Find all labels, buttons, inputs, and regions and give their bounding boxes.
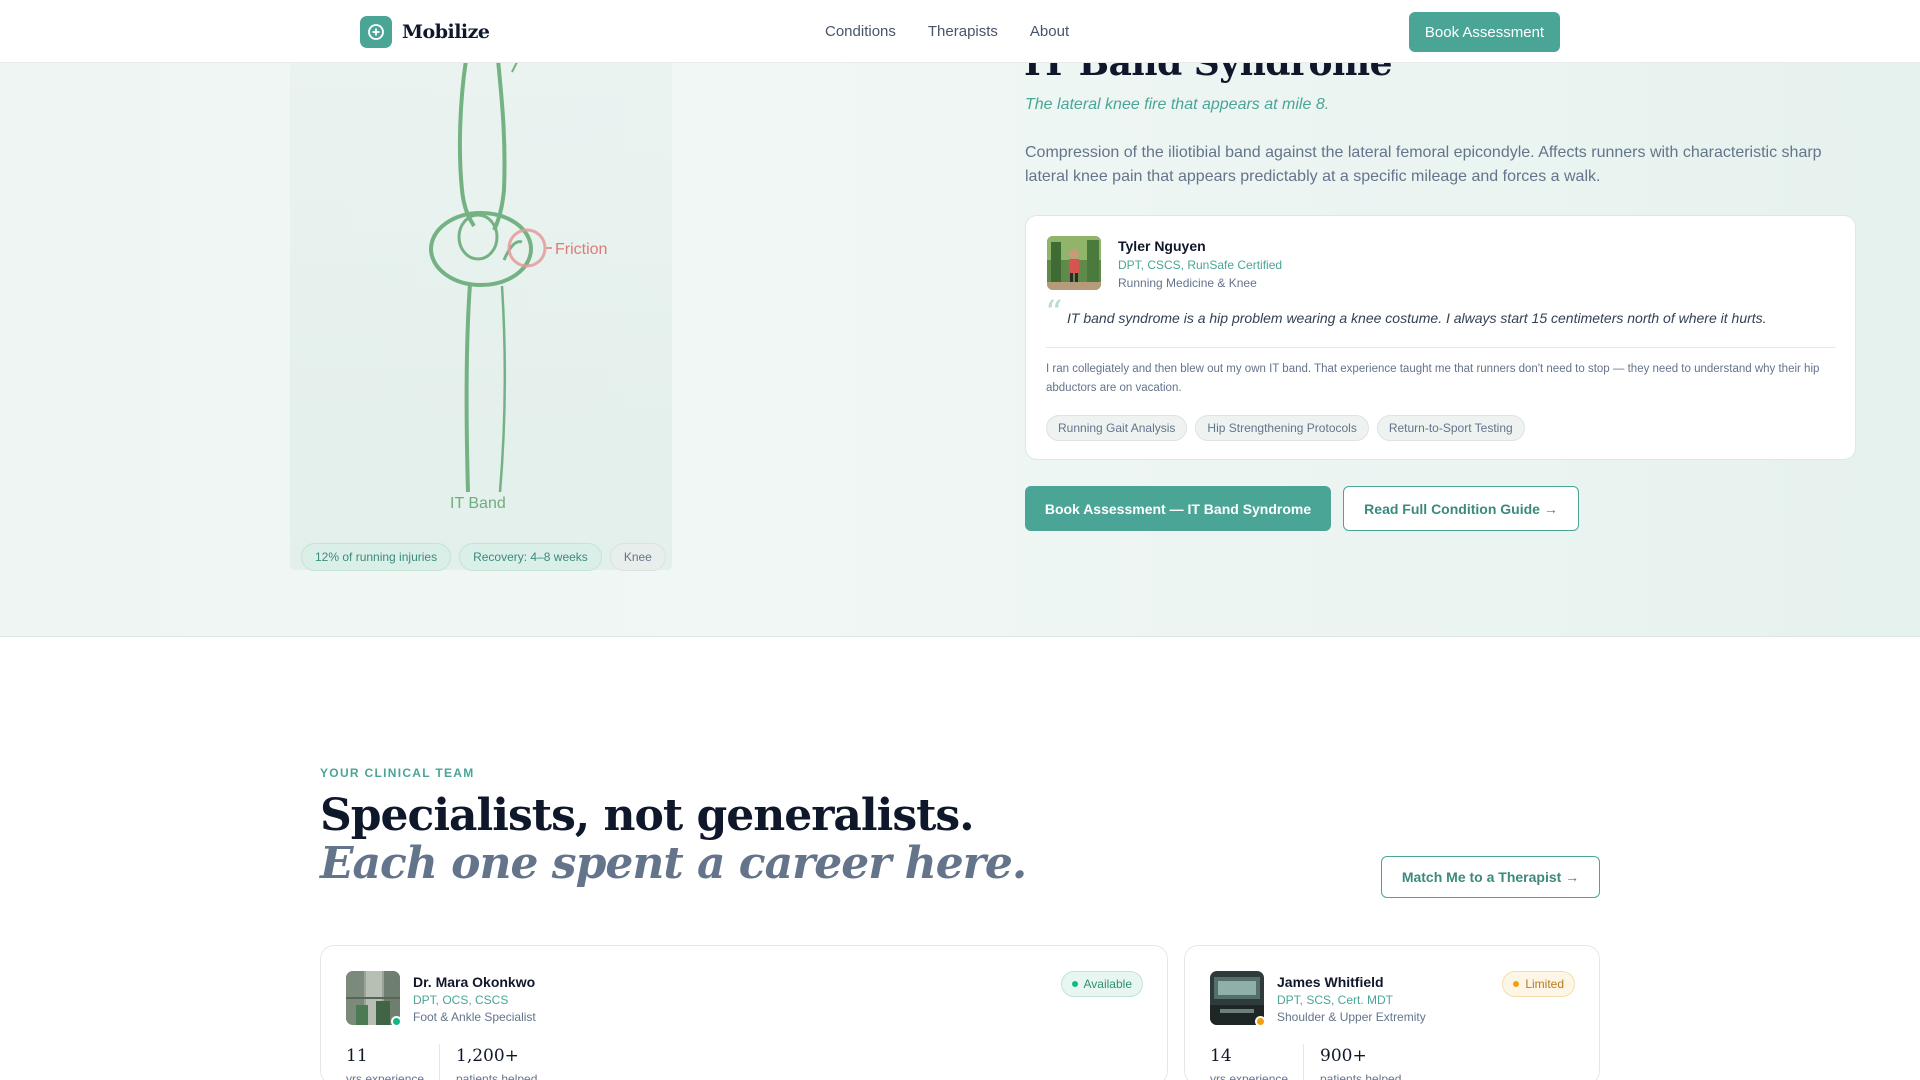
it-band-diagram: Friction IT Band bbox=[429, 59, 607, 512]
it-band-label: IT Band bbox=[450, 495, 506, 512]
therapist-credentials: DPT, SCS, Cert. MDT bbox=[1277, 993, 1394, 1007]
therapist-name: Tyler Nguyen bbox=[1118, 238, 1206, 254]
friction-label: Friction bbox=[555, 241, 607, 258]
read-condition-guide-button[interactable]: Read Full Condition Guide → bbox=[1343, 486, 1579, 531]
therapist-specialty: Running Medicine & Knee bbox=[1118, 276, 1257, 290]
divider bbox=[1046, 347, 1836, 348]
divider bbox=[439, 1044, 440, 1080]
brand-name: Mobilize bbox=[402, 21, 490, 43]
stat-value: 1,200+ bbox=[456, 1046, 519, 1066]
status-badge: Available bbox=[1060, 971, 1143, 997]
avatar bbox=[346, 971, 402, 1027]
section-heading-italic: Each one spent a career here. bbox=[320, 838, 1027, 889]
therapist-name: James Whitfield bbox=[1277, 974, 1384, 990]
expertise-tag: Running Gait Analysis bbox=[1046, 415, 1188, 441]
therapist-specialty: Shoulder & Upper Extremity bbox=[1277, 1010, 1426, 1024]
status-label: Limited bbox=[1525, 977, 1564, 991]
therapist-quote: IT band syndrome is a hip problem wearin… bbox=[1067, 310, 1767, 326]
therapist-quote-card: Tyler Nguyen DPT, CSCS, RunSafe Certifie… bbox=[1025, 215, 1856, 460]
status-label: Available bbox=[1083, 977, 1132, 991]
section-eyebrow: YOUR CLINICAL TEAM bbox=[320, 766, 475, 780]
availability-dot bbox=[391, 1016, 402, 1027]
therapist-name: Dr. Mara Okonkwo bbox=[413, 974, 536, 990]
stat-label: yrs experience bbox=[1210, 1072, 1289, 1080]
therapist-specialty: Foot & Ankle Specialist bbox=[413, 1010, 536, 1024]
therapist-story: I ran collegiately and then blew out my … bbox=[1046, 363, 1820, 394]
stat-value: 11 bbox=[346, 1046, 368, 1066]
patients-stat: 900+ patients helped bbox=[1320, 1046, 1401, 1080]
experience-stat: 14 yrs experience bbox=[1210, 1046, 1288, 1080]
top-navigation: Mobilize Conditions Therapists About Boo… bbox=[0, 0, 1920, 63]
therapist-credentials: DPT, OCS, CSCS bbox=[413, 993, 509, 1007]
stat-label: patients helped bbox=[1320, 1072, 1402, 1080]
expertise-tag: Hip Strengthening Protocols bbox=[1195, 415, 1369, 441]
therapist-credentials: DPT, CSCS, RunSafe Certified bbox=[1118, 258, 1283, 272]
stat-label: patients helped bbox=[456, 1072, 538, 1080]
book-assessment-button[interactable]: Book Assessment bbox=[1409, 12, 1560, 52]
divider bbox=[1303, 1044, 1304, 1080]
nav-links: Conditions Therapists About bbox=[825, 23, 1069, 40]
stat-pill-prevalence: 12% of running injuries bbox=[301, 543, 452, 571]
condition-description: Compression of the iliotibial band again… bbox=[1025, 144, 1822, 185]
plus-circle-icon bbox=[360, 16, 392, 48]
therapist-card[interactable]: Dr. Mara Okonkwo DPT, OCS, CSCS Foot & A… bbox=[320, 945, 1168, 1080]
patients-stat: 1,200+ patients helped bbox=[456, 1046, 537, 1080]
brand-logo[interactable]: Mobilize bbox=[360, 16, 490, 48]
expertise-tag: Return-to-Sport Testing bbox=[1376, 415, 1525, 441]
avatar bbox=[1210, 971, 1266, 1027]
quote-mark-icon: “ bbox=[1045, 293, 1063, 333]
experience-stat: 11 yrs experience bbox=[346, 1046, 424, 1080]
stat-label: yrs experience bbox=[346, 1072, 425, 1080]
nav-link-conditions[interactable]: Conditions bbox=[825, 23, 896, 40]
avatar bbox=[1047, 236, 1101, 290]
status-dot-icon bbox=[1513, 981, 1520, 987]
condition-subtitle: The lateral knee fire that appears at mi… bbox=[1025, 96, 1330, 113]
status-dot-icon bbox=[1071, 981, 1078, 987]
condition-hero-section: Friction IT Band 12% of running injuries… bbox=[0, 0, 1920, 637]
match-therapist-button[interactable]: Match Me to a Therapist → bbox=[1381, 856, 1600, 898]
nav-link-about[interactable]: About bbox=[1030, 23, 1069, 40]
therapist-card[interactable]: James Whitfield DPT, SCS, Cert. MDT Shou… bbox=[1184, 945, 1600, 1080]
stat-pill-region: Knee bbox=[609, 543, 666, 571]
condition-stats-pills: 12% of running injuries Recovery: 4–8 we… bbox=[301, 543, 666, 571]
expertise-tags: Running Gait Analysis Hip Strengthening … bbox=[1046, 415, 1525, 441]
section-heading: Specialists, not generalists. bbox=[320, 790, 975, 841]
stat-value: 900+ bbox=[1320, 1046, 1367, 1066]
nav-link-therapists[interactable]: Therapists bbox=[928, 23, 998, 40]
stat-pill-recovery: Recovery: 4–8 weeks bbox=[459, 543, 602, 571]
availability-dot bbox=[1255, 1016, 1266, 1027]
status-badge: Limited bbox=[1502, 971, 1575, 997]
knee-illustration: Friction IT Band bbox=[290, 59, 672, 570]
stat-value: 14 bbox=[1210, 1046, 1232, 1066]
book-condition-assessment-button[interactable]: Book Assessment — IT Band Syndrome bbox=[1025, 486, 1331, 531]
